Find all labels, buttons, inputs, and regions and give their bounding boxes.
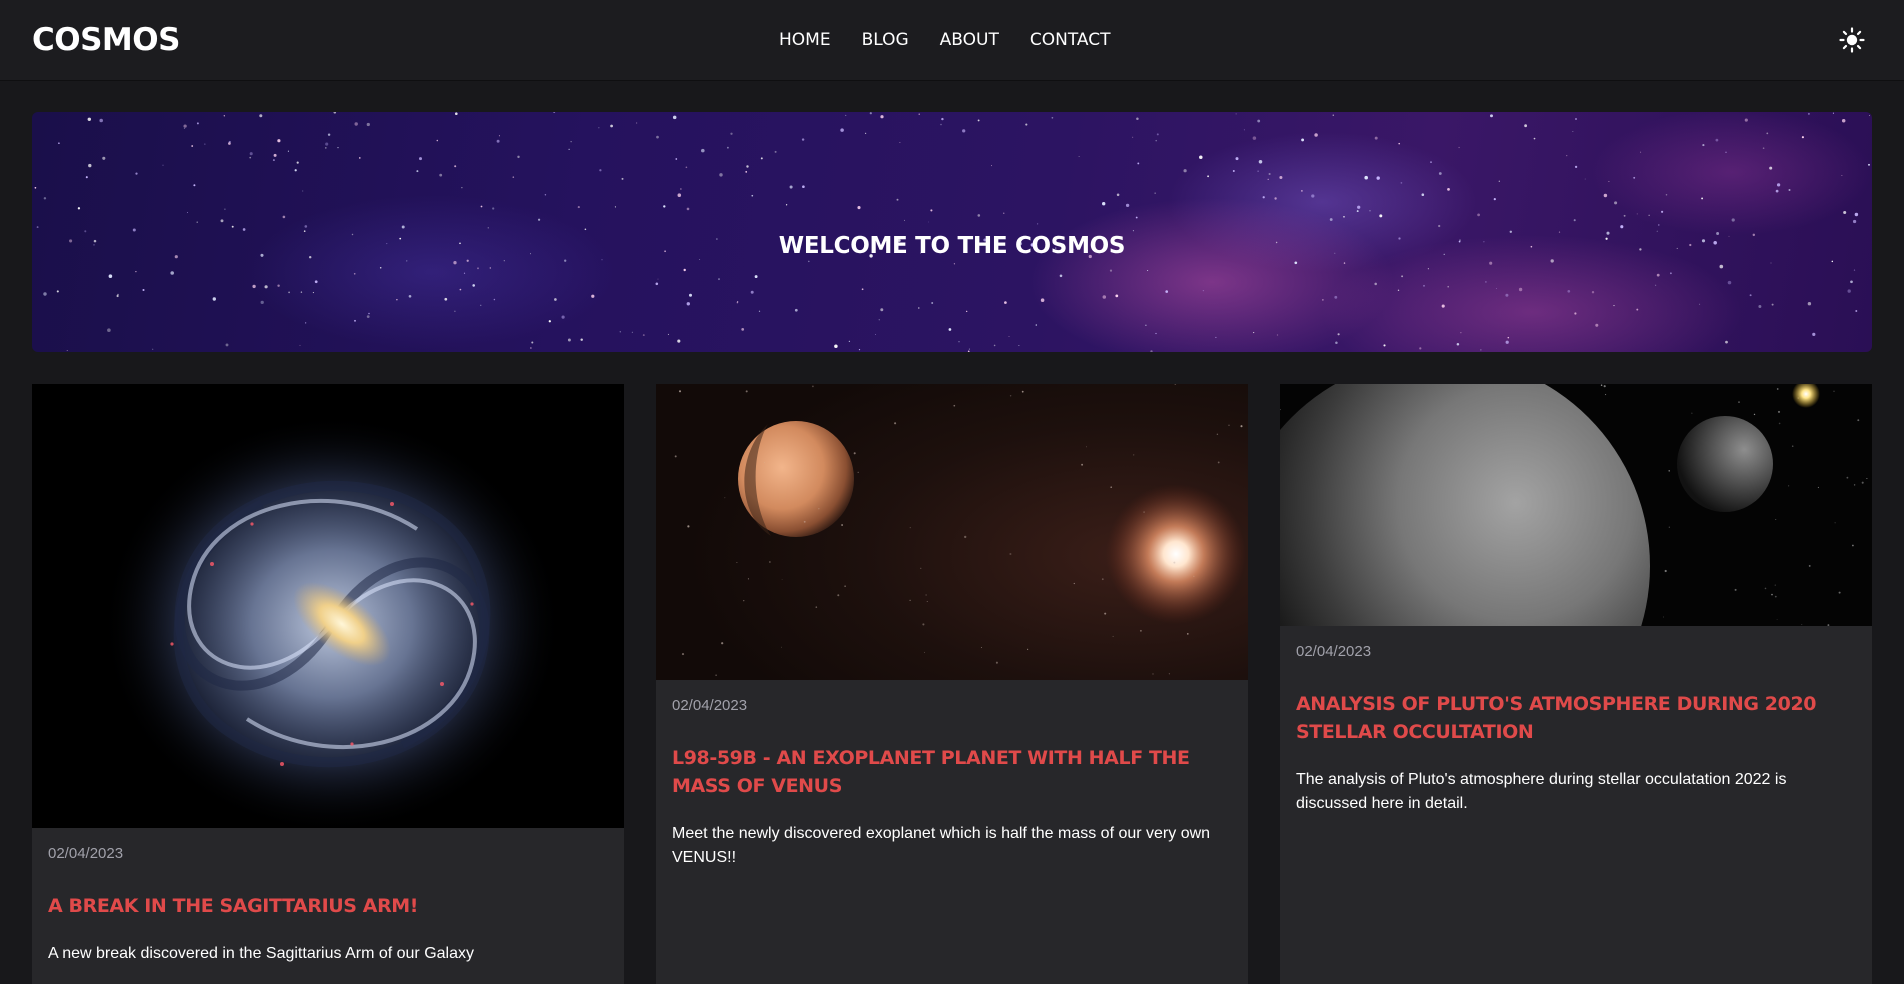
- navbar: COSMOS HOME BLOG ABOUT CONTACT: [0, 0, 1904, 80]
- nav-link-blog[interactable]: BLOG: [862, 28, 909, 52]
- hero-banner: WELCOME TO THE COSMOS: [32, 112, 1872, 352]
- nav-link-contact[interactable]: CONTACT: [1030, 28, 1111, 52]
- post-description: The analysis of Pluto's atmosphere durin…: [1296, 771, 1787, 812]
- blog-post-card[interactable]: 02/04/2023 A BREAK IN THE SAGITTARIUS AR…: [32, 384, 624, 984]
- nav-link-home[interactable]: HOME: [779, 28, 831, 52]
- sun-icon: [1839, 27, 1865, 53]
- blog-post-card[interactable]: 02/04/2023 L98-59B - AN EXOPLANET PLANET…: [656, 384, 1248, 984]
- nav-link-about[interactable]: ABOUT: [940, 28, 999, 52]
- post-date: 02/04/2023: [672, 697, 748, 714]
- post-title[interactable]: L98-59B - AN EXOPLANET PLANET WITH HALF …: [672, 744, 1232, 800]
- hero-title: WELCOME TO THE COSMOS: [778, 233, 1126, 260]
- theme-toggle-button[interactable]: [1838, 26, 1866, 54]
- main-nav: HOME BLOG ABOUT CONTACT: [779, 28, 1111, 52]
- exoplanet-and-star-image: [656, 384, 1248, 680]
- card-body: 02/04/2023 A BREAK IN THE SAGITTARIUS AR…: [48, 844, 608, 966]
- post-description: A new break discovered in the Sagittariu…: [48, 945, 474, 962]
- pluto-and-charon-image: [1280, 384, 1872, 626]
- post-date: 02/04/2023: [48, 845, 124, 862]
- post-date: 02/04/2023: [1296, 643, 1372, 660]
- blog-post-card[interactable]: 02/04/2023 ANALYSIS OF PLUTO'S ATMOSPHER…: [1280, 384, 1872, 984]
- post-title[interactable]: ANALYSIS OF PLUTO'S ATMOSPHERE DURING 20…: [1296, 690, 1856, 746]
- post-description: Meet the newly discovered exoplanet whic…: [672, 825, 1211, 866]
- post-title[interactable]: A BREAK IN THE SAGITTARIUS ARM!: [48, 892, 608, 920]
- milky-way-galaxy-image: [32, 384, 624, 828]
- card-body: 02/04/2023 L98-59B - AN EXOPLANET PLANET…: [672, 696, 1232, 870]
- site-logo[interactable]: COSMOS: [32, 22, 180, 58]
- card-body: 02/04/2023 ANALYSIS OF PLUTO'S ATMOSPHER…: [1296, 642, 1856, 816]
